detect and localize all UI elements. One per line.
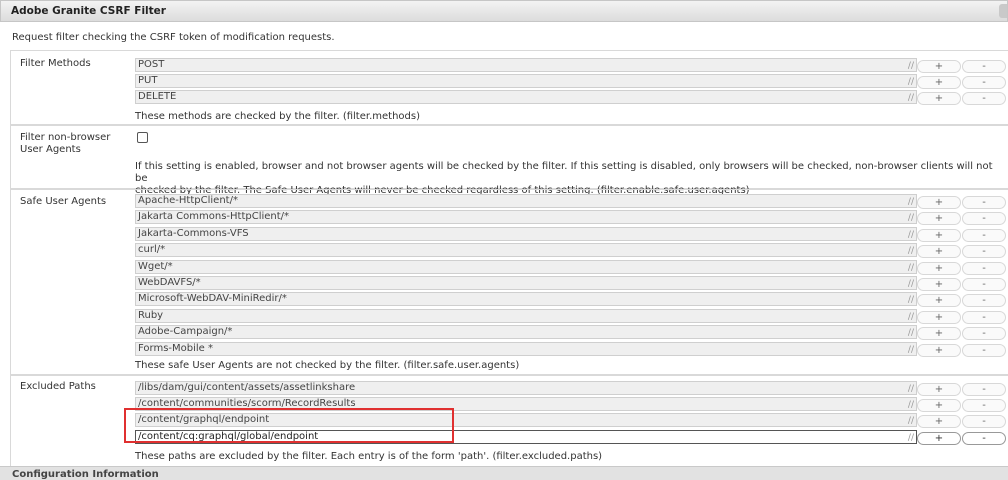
safe-user-agent-input[interactable]: Jakarta-Commons-VFS ∕∕: [135, 226, 917, 241]
resize-grip-icon[interactable]: ∕∕: [908, 77, 914, 87]
safe-user-agent-add-button[interactable]: +: [917, 327, 961, 341]
resize-grip-icon[interactable]: ∕∕: [908, 312, 914, 322]
filter-methods-label: Filter Methods: [20, 58, 91, 69]
safe-user-agent-add-button[interactable]: +: [917, 245, 961, 259]
safe-user-agent-input[interactable]: Ruby ∕∕: [135, 308, 917, 323]
section-description: Request filter checking the CSRF token o…: [12, 32, 335, 43]
safe-user-agent-add-button[interactable]: +: [917, 212, 961, 226]
excluded-path-input[interactable]: /content/graphql/endpoint ∕∕: [135, 413, 917, 428]
safe-user-agent-remove-button[interactable]: -: [962, 343, 1006, 357]
excluded-path-add-button[interactable]: +: [917, 399, 961, 413]
filter-method-add-button[interactable]: +: [917, 92, 961, 105]
resize-grip-icon[interactable]: ∕∕: [908, 345, 914, 355]
resize-grip-icon[interactable]: ∕∕: [908, 433, 914, 443]
safe-user-agent-add-button[interactable]: +: [917, 343, 961, 357]
safe-user-agent-remove-button[interactable]: -: [962, 261, 1006, 275]
resize-grip-icon[interactable]: ∕∕: [908, 61, 914, 71]
resize-grip-icon[interactable]: ∕∕: [908, 416, 914, 426]
collapse-icon[interactable]: [999, 4, 1007, 18]
safe-user-agents-label: Safe User Agents: [20, 196, 107, 207]
safe-user-agent-remove-button[interactable]: -: [962, 245, 1006, 259]
resize-grip-icon[interactable]: ∕∕: [908, 279, 914, 289]
safe-user-agents-hint: These safe User Agents are not checked b…: [135, 360, 520, 371]
excluded-path-remove-button[interactable]: -: [962, 431, 1006, 445]
excluded-path-add-button[interactable]: +: [917, 415, 961, 429]
safe-user-agent-input[interactable]: Apache-HttpClient/* ∕∕: [135, 194, 917, 208]
safe-user-agent-input[interactable]: WebDAVFS/* ∕∕: [135, 276, 917, 290]
resize-grip-icon[interactable]: ∕∕: [908, 328, 914, 338]
safe-user-agent-remove-button[interactable]: -: [962, 278, 1006, 291]
excluded-path-remove-button[interactable]: -: [962, 383, 1006, 396]
safe-user-agent-add-button[interactable]: +: [917, 196, 961, 209]
non-browser-checkbox[interactable]: [137, 132, 148, 143]
resize-grip-icon[interactable]: ∕∕: [908, 213, 914, 223]
resize-grip-icon[interactable]: ∕∕: [908, 197, 914, 207]
safe-user-agent-input[interactable]: Wget/* ∕∕: [135, 259, 917, 274]
filter-method-input[interactable]: DELETE ∕∕: [135, 90, 917, 104]
safe-user-agent-input[interactable]: Forms-Mobile * ∕∕: [135, 341, 917, 356]
filter-method-remove-button[interactable]: -: [962, 76, 1006, 89]
safe-user-agent-add-button[interactable]: +: [917, 228, 961, 242]
next-section-header: Configuration Information: [0, 466, 1008, 480]
safe-user-agent-add-button[interactable]: +: [917, 261, 961, 275]
resize-grip-icon[interactable]: ∕∕: [908, 400, 914, 410]
safe-user-agent-remove-button[interactable]: -: [962, 294, 1006, 308]
safe-user-agent-input[interactable]: Adobe-Campaign/* ∕∕: [135, 325, 917, 340]
resize-grip-icon[interactable]: ∕∕: [908, 295, 914, 305]
excluded-path-input[interactable]: /libs/dam/gui/content/assets/assetlinksh…: [135, 381, 917, 395]
excluded-paths-label: Excluded Paths: [20, 381, 96, 392]
filter-method-input[interactable]: POST ∕∕: [135, 58, 917, 72]
safe-user-agent-remove-button[interactable]: -: [962, 212, 1006, 226]
excluded-path-add-button[interactable]: +: [917, 383, 961, 396]
excluded-path-add-button[interactable]: +: [917, 431, 961, 445]
safe-user-agent-remove-button[interactable]: -: [962, 327, 1006, 341]
resize-grip-icon[interactable]: ∕∕: [908, 263, 914, 273]
resize-grip-icon[interactable]: ∕∕: [908, 230, 914, 240]
section-header: Adobe Granite CSRF Filter: [0, 0, 1008, 22]
filter-methods-hint: These methods are checked by the filter.…: [135, 111, 420, 122]
excluded-path-input[interactable]: /content/cq:graphql/global/endpoint ∕∕: [135, 429, 917, 444]
safe-user-agent-add-button[interactable]: +: [917, 310, 961, 324]
filter-method-input[interactable]: PUT ∕∕: [135, 74, 917, 88]
filter-method-add-button[interactable]: +: [917, 76, 961, 89]
safe-user-agent-remove-button[interactable]: -: [962, 228, 1006, 242]
resize-grip-icon[interactable]: ∕∕: [908, 246, 914, 256]
excluded-path-remove-button[interactable]: -: [962, 399, 1006, 413]
filter-method-add-button[interactable]: +: [917, 60, 961, 73]
excluded-path-input[interactable]: /content/communities/scorm/RecordResults…: [135, 397, 917, 412]
excluded-path-remove-button[interactable]: -: [962, 415, 1006, 429]
resize-grip-icon[interactable]: ∕∕: [908, 384, 914, 394]
section-title: Adobe Granite CSRF Filter: [11, 5, 166, 17]
safe-user-agent-input[interactable]: Jakarta Commons-HttpClient/* ∕∕: [135, 210, 917, 225]
safe-user-agent-remove-button[interactable]: -: [962, 310, 1006, 324]
safe-user-agent-input[interactable]: Microsoft-WebDAV-MiniRedir/* ∕∕: [135, 292, 917, 307]
safe-user-agent-add-button[interactable]: +: [917, 278, 961, 291]
filter-method-remove-button[interactable]: -: [962, 92, 1006, 105]
non-browser-label: Filter non-browser User Agents: [20, 132, 111, 155]
safe-user-agent-add-button[interactable]: +: [917, 294, 961, 308]
safe-user-agent-remove-button[interactable]: -: [962, 196, 1006, 209]
excluded-paths-hint: These paths are excluded by the filter. …: [135, 451, 603, 462]
filter-method-remove-button[interactable]: -: [962, 60, 1006, 73]
safe-user-agent-input[interactable]: curl/* ∕∕: [135, 243, 917, 258]
resize-grip-icon[interactable]: ∕∕: [908, 93, 914, 103]
